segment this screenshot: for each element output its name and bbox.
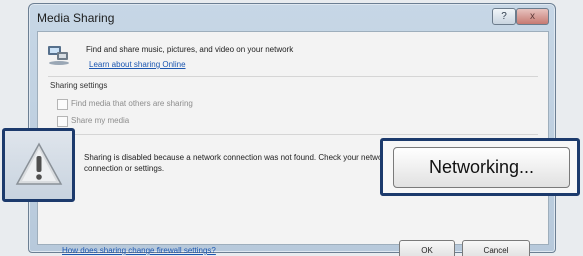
warning-message: Sharing is disabled because a network co… xyxy=(84,153,390,173)
warning-callout xyxy=(2,128,75,202)
screenshot-stage: Media Sharing ? x Find and share music, … xyxy=(0,0,583,256)
share-my-media-label: Share my media xyxy=(71,116,130,125)
learn-about-sharing-link[interactable]: Learn about sharing Online xyxy=(89,60,186,69)
window-title: Media Sharing xyxy=(37,11,115,25)
networking-callout: Networking... xyxy=(380,138,580,196)
cancel-button[interactable]: Cancel xyxy=(462,240,530,256)
settings-divider xyxy=(48,134,538,135)
find-media-label: Find media that others are sharing xyxy=(71,99,193,108)
share-my-media-checkbox[interactable] xyxy=(57,116,68,127)
header-divider xyxy=(48,76,538,77)
help-button[interactable]: ? xyxy=(492,8,516,25)
ok-button[interactable]: OK xyxy=(399,240,455,256)
title-bar: Media Sharing ? x xyxy=(29,4,555,31)
find-media-checkbox[interactable] xyxy=(57,99,68,110)
warning-icon xyxy=(15,142,63,185)
firewall-settings-link[interactable]: How does sharing change firewall setting… xyxy=(62,246,216,255)
sharing-settings-label: Sharing settings xyxy=(50,81,108,90)
header-description: Find and share music, pictures, and vide… xyxy=(86,45,294,54)
media-sharing-icon xyxy=(48,46,69,65)
media-sharing-dialog: Media Sharing ? x Find and share music, … xyxy=(28,3,556,256)
close-button[interactable]: x xyxy=(516,8,549,25)
networking-button[interactable]: Networking... xyxy=(393,147,570,188)
